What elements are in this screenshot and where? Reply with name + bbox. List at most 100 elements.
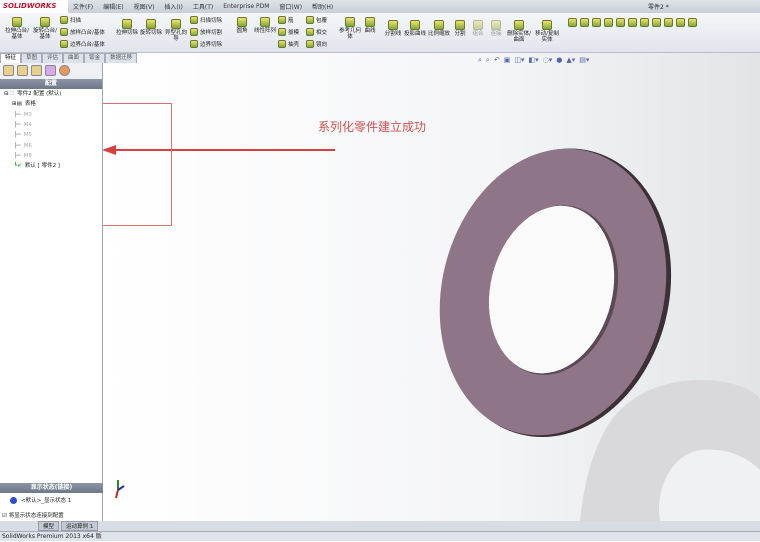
menu-help[interactable]: 帮助(H) bbox=[307, 2, 338, 11]
loft-button[interactable]: 放样凸台/基体 bbox=[60, 28, 105, 36]
delete-body-button[interactable]: 删除实体/曲面 bbox=[506, 20, 532, 43]
menu-tools[interactable]: 工具(T) bbox=[188, 2, 218, 11]
dimxpert-icon[interactable] bbox=[45, 65, 56, 76]
zoom-fit-icon[interactable]: ⌕ bbox=[478, 56, 482, 65]
tab-model[interactable]: 模型 bbox=[38, 521, 60, 531]
property-manager-icon[interactable] bbox=[17, 65, 28, 76]
tool-icon[interactable] bbox=[628, 18, 637, 27]
configuration-manager-icon[interactable] bbox=[31, 65, 42, 76]
wrap-button[interactable]: 包覆 bbox=[306, 16, 327, 24]
combine-button[interactable]: 组合 bbox=[470, 20, 486, 37]
draft-icon bbox=[278, 28, 286, 36]
menu-window[interactable]: 窗口(W) bbox=[274, 2, 307, 11]
appearance-icon[interactable]: ● bbox=[556, 56, 562, 65]
tool-icon[interactable] bbox=[604, 18, 613, 27]
display-state-panel: 显示状态(链接) <默认>_显示状态 1 ☑ 将显示状态连接到配置 bbox=[0, 483, 103, 523]
split-button[interactable]: 分割 bbox=[452, 20, 468, 37]
shell-icon bbox=[278, 40, 286, 48]
linear-pattern-icon bbox=[260, 17, 270, 27]
solidworks-logo: SOLIDWORKS bbox=[0, 0, 68, 13]
menu-edit[interactable]: 编辑(E) bbox=[98, 2, 128, 11]
rib-button[interactable]: 筋 bbox=[278, 16, 294, 24]
boundary-boss-button[interactable]: 边界凸台/基体 bbox=[60, 40, 105, 48]
display-manager-icon[interactable] bbox=[59, 65, 70, 76]
mirror-button[interactable]: 镜向 bbox=[306, 40, 327, 48]
display-state-header: 显示状态(链接) bbox=[0, 483, 103, 493]
curves-button[interactable]: 曲线 bbox=[362, 17, 378, 34]
tab-motion-study[interactable]: 运动算例 1 bbox=[61, 521, 99, 531]
tab-evaluate[interactable]: 评估 bbox=[42, 53, 64, 63]
menu-bar: SOLIDWORKS 文件(F) 编辑(E) 视图(V) 插入(I) 工具(T)… bbox=[0, 0, 760, 13]
panel-header: 配置 bbox=[0, 79, 102, 89]
tree-item-table[interactable]: ⊞▤ 表格 bbox=[4, 99, 102, 109]
display-state-item[interactable]: <默认>_显示状态 1 bbox=[0, 493, 103, 507]
projected-curve-button[interactable]: 投影曲线 bbox=[404, 20, 426, 37]
right-toolbar bbox=[568, 16, 758, 30]
extrude-cut-button[interactable]: 拉伸切除 bbox=[116, 19, 138, 36]
status-bar: SolidWorks Premium 2013 x64 版 bbox=[0, 531, 760, 541]
config-icon: ┣━ bbox=[14, 122, 21, 129]
tool-icon[interactable] bbox=[688, 18, 697, 27]
config-item[interactable]: ┣━ M3 bbox=[4, 110, 102, 120]
reference-geometry-button[interactable]: 参考几何体 bbox=[338, 17, 362, 40]
tool-icon[interactable] bbox=[592, 18, 601, 27]
tab-features[interactable]: 特征 bbox=[0, 53, 22, 63]
move-copy-body-button[interactable]: 移动/复制实体 bbox=[534, 20, 560, 43]
sweep-button[interactable]: 扫描 bbox=[60, 16, 81, 24]
display-style-icon[interactable]: ◧▾ bbox=[528, 56, 538, 65]
config-item-active[interactable]: ┗✔ 默认 [ 零件2 ] bbox=[4, 161, 102, 171]
tool-icon[interactable] bbox=[580, 18, 589, 27]
split-line-button[interactable]: 分割线 bbox=[382, 20, 404, 37]
part-icon: ⊟🗀 bbox=[4, 91, 15, 98]
config-item[interactable]: ┣━ M8 bbox=[4, 151, 102, 161]
menu-file[interactable]: 文件(F) bbox=[68, 2, 98, 11]
view-settings-icon[interactable]: ▤▾ bbox=[579, 56, 589, 65]
sweep-icon bbox=[60, 16, 68, 24]
rib-icon bbox=[278, 16, 286, 24]
view-orientation-icon[interactable]: ◫▾ bbox=[514, 56, 524, 65]
combine-icon bbox=[473, 20, 483, 30]
feature-tree-icon[interactable] bbox=[3, 65, 14, 76]
tool-icon[interactable] bbox=[676, 18, 685, 27]
linear-pattern-button[interactable]: 线性阵列 bbox=[254, 17, 276, 34]
hole-wizard-button[interactable]: 异型孔向导 bbox=[164, 19, 188, 42]
boundary-cut-button[interactable]: 边界切除 bbox=[190, 40, 222, 48]
tab-sheet-metal[interactable]: 钣金 bbox=[84, 53, 106, 63]
previous-view-icon[interactable]: ↶ bbox=[494, 56, 500, 65]
tab-data-migration[interactable]: 数据迁移 bbox=[105, 53, 138, 63]
tool-icon[interactable] bbox=[664, 18, 673, 27]
section-view-icon[interactable]: ▣ bbox=[504, 56, 511, 65]
scene-icon[interactable]: ▲▾ bbox=[566, 56, 575, 65]
loft-cut-button[interactable]: 放样切割 bbox=[190, 28, 222, 36]
shell-button[interactable]: 抽壳 bbox=[278, 40, 299, 48]
tab-surfaces[interactable]: 曲面 bbox=[63, 53, 85, 63]
revolve-cut-icon bbox=[146, 19, 156, 29]
menu-pdm[interactable]: Enterprise PDM bbox=[218, 3, 274, 10]
tool-icon[interactable] bbox=[652, 18, 661, 27]
draft-button[interactable]: 拔模 bbox=[278, 28, 299, 36]
sweep-cut-button[interactable]: 扫描切除 bbox=[190, 16, 222, 24]
zoom-area-icon[interactable]: ⌕ bbox=[486, 56, 490, 65]
tool-icon[interactable] bbox=[640, 18, 649, 27]
panel-tabs bbox=[0, 63, 102, 79]
feature-manager-panel: 配置 ⊟🗀 零件2 配置 (默认) ⊞▤ 表格 ┣━ M3 ┣━ M4 ┣━ M5 ┣━ M… bbox=[0, 63, 103, 521]
tab-sketch[interactable]: 草图 bbox=[21, 53, 43, 63]
tool-icon[interactable] bbox=[616, 18, 625, 27]
revolve-cut-button[interactable]: 旋转切除 bbox=[140, 19, 162, 36]
tree-root[interactable]: ⊟🗀 零件2 配置 (默认) bbox=[4, 89, 102, 99]
fillet-button[interactable]: 圆角 bbox=[232, 17, 252, 34]
join-button[interactable]: 连接 bbox=[488, 20, 504, 37]
extrude-boss-button[interactable]: 拉伸凸台/基体 bbox=[4, 17, 30, 40]
menu-insert[interactable]: 插入(I) bbox=[159, 2, 187, 11]
hide-show-icon[interactable]: ◌▾ bbox=[543, 56, 553, 65]
graphics-area[interactable] bbox=[103, 53, 760, 521]
scale-button[interactable]: 比例缩放 bbox=[428, 20, 450, 37]
config-item[interactable]: ┣━ M4 bbox=[4, 120, 102, 130]
config-item[interactable]: ┣━ M5 bbox=[4, 130, 102, 140]
hole-wizard-icon bbox=[171, 19, 181, 29]
revolve-boss-button[interactable]: 旋转凸台/基体 bbox=[32, 17, 58, 40]
menu-view[interactable]: 视图(V) bbox=[129, 2, 160, 11]
intersect-button[interactable]: 相交 bbox=[306, 28, 327, 36]
config-item[interactable]: ┣━ M6 bbox=[4, 140, 102, 150]
tool-icon[interactable] bbox=[568, 18, 577, 27]
